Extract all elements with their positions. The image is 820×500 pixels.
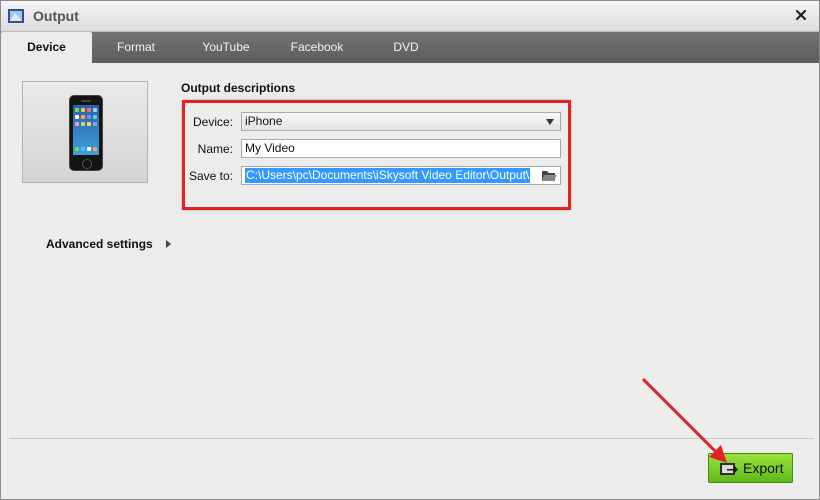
- title-bar: Output: [1, 1, 819, 32]
- tab-bar: Device Format YouTube Facebook DVD: [1, 32, 819, 63]
- folder-icon[interactable]: [541, 168, 557, 183]
- phone-icon: [69, 95, 103, 171]
- advanced-settings-toggle[interactable]: Advanced settings: [46, 237, 153, 251]
- save-to-input[interactable]: C:\Users\pc\Documents\iSkysoft Video Edi…: [241, 166, 561, 185]
- tab-dvd[interactable]: DVD: [362, 32, 450, 63]
- name-label: Name:: [197, 142, 233, 156]
- export-icon: [720, 463, 738, 475]
- output-descriptions-title: Output descriptions: [181, 81, 295, 95]
- chevron-down-icon: [546, 119, 554, 125]
- divider: [9, 438, 814, 439]
- tab-youtube[interactable]: YouTube: [180, 32, 272, 63]
- device-label: Device:: [192, 115, 233, 129]
- tab-device[interactable]: Device: [1, 32, 92, 63]
- save-path-value: C:\Users\pc\Documents\iSkysoft Video Edi…: [245, 168, 531, 183]
- device-preview: [22, 81, 148, 183]
- close-icon[interactable]: [793, 7, 809, 23]
- export-label: Export: [743, 460, 784, 476]
- tab-format[interactable]: Format: [92, 32, 180, 63]
- window-title: Output: [33, 8, 79, 24]
- name-input[interactable]: My Video: [241, 139, 561, 158]
- save-to-label: Save to:: [188, 169, 233, 183]
- chevron-right-icon[interactable]: [166, 240, 171, 248]
- device-select-value: iPhone: [245, 114, 283, 128]
- tab-facebook[interactable]: Facebook: [272, 32, 362, 63]
- device-select[interactable]: iPhone: [241, 112, 561, 131]
- export-button[interactable]: Export: [708, 453, 793, 483]
- app-icon: [8, 9, 24, 23]
- name-input-value: My Video: [245, 141, 295, 155]
- output-window: Output Device Format YouTube Facebook DV…: [0, 0, 820, 500]
